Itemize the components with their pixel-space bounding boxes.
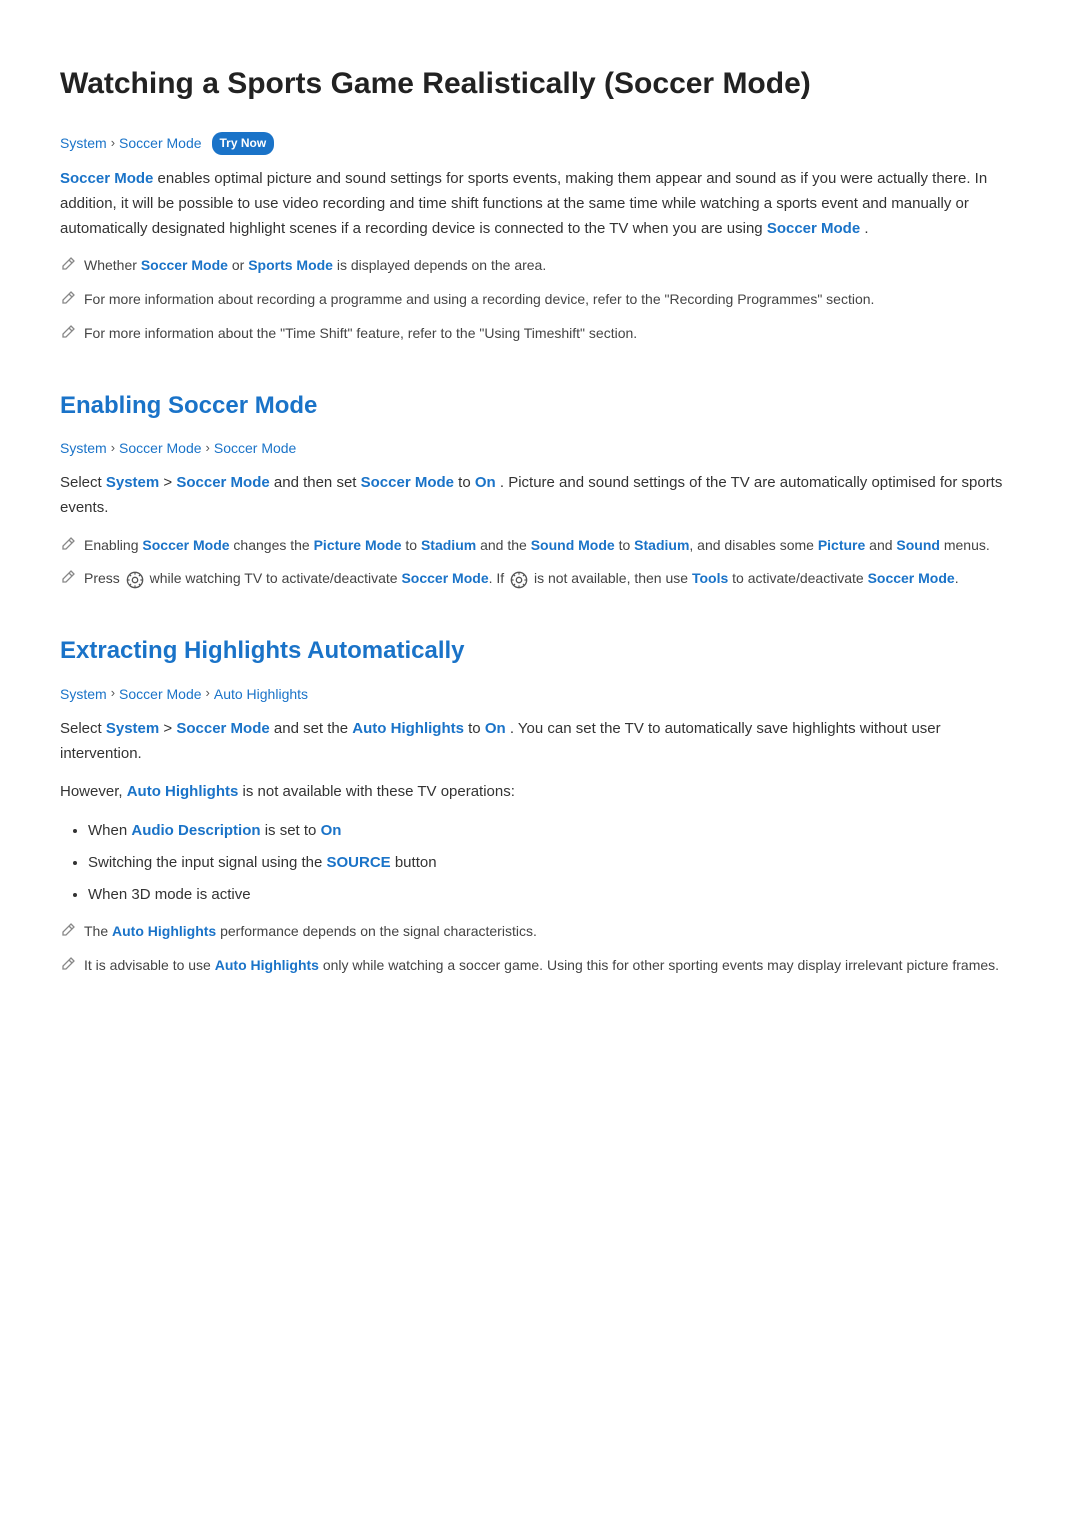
- s2-system-link[interactable]: System: [106, 720, 159, 737]
- breadcrumb-soccer-mode[interactable]: Soccer Mode: [119, 132, 201, 154]
- note-pencil-icon-2: [60, 290, 76, 313]
- s1-note-pencil-icon-1: [60, 536, 76, 559]
- bullet-item-2: Switching the input signal using the SOU…: [88, 851, 1020, 875]
- section-extracting-highlights: Extracting Highlights Automatically Syst…: [60, 632, 1020, 978]
- section2-note-1: The Auto Highlights performance depends …: [60, 921, 1020, 945]
- s1-breadcrumb-system[interactable]: System: [60, 437, 107, 459]
- s1-breadcrumb-soccer-mode[interactable]: Soccer Mode: [119, 437, 201, 459]
- s2-breadcrumb-system[interactable]: System: [60, 683, 107, 705]
- breadcrumb-main: System › Soccer Mode Try Now: [60, 132, 1020, 155]
- s1-on-link[interactable]: On: [475, 474, 496, 491]
- audio-description-link[interactable]: Audio Description: [131, 822, 260, 839]
- intro-paragraph: Soccer Mode enables optimal picture and …: [60, 167, 1020, 241]
- s1-n1-picture-mode-link[interactable]: Picture Mode: [314, 537, 402, 553]
- s1-n1-stadium1-link[interactable]: Stadium: [421, 537, 476, 553]
- gear-icon-inline-2: [510, 571, 528, 589]
- s2-breadcrumb-auto-highlights[interactable]: Auto Highlights: [214, 683, 308, 705]
- s1-n2-soccer-mode-link[interactable]: Soccer Mode: [401, 570, 488, 586]
- intro-note-1: Whether Soccer Mode or Sports Mode is di…: [60, 255, 1020, 279]
- bullet-item-1: When Audio Description is set to On: [88, 819, 1020, 843]
- s1-n2-tools-link[interactable]: Tools: [692, 570, 728, 586]
- s1-breadcrumb-soccer-mode2[interactable]: Soccer Mode: [214, 437, 296, 459]
- s1-note-pencil-icon-2: [60, 569, 76, 592]
- section2-bullet-list: When Audio Description is set to On Swit…: [60, 819, 1020, 907]
- s2-on-link[interactable]: On: [485, 720, 506, 737]
- intro-soccer-mode-link2[interactable]: Soccer Mode: [767, 220, 860, 237]
- section2-title: Extracting Highlights Automatically: [60, 632, 1020, 670]
- section1-breadcrumb: System › Soccer Mode › Soccer Mode: [60, 437, 1020, 459]
- section2-breadcrumb: System › Soccer Mode › Auto Highlights: [60, 683, 1020, 705]
- gear-icon-inline-1: [126, 571, 144, 589]
- s2-n1-auto-highlights-link[interactable]: Auto Highlights: [112, 923, 216, 939]
- section-enabling-soccer-mode: Enabling Soccer Mode System › Soccer Mod…: [60, 387, 1020, 593]
- section1-paragraph: Select System > Soccer Mode and then set…: [60, 471, 1020, 521]
- note1-soccer-mode-link[interactable]: Soccer Mode: [141, 257, 228, 273]
- s2-soccer-mode-link[interactable]: Soccer Mode: [176, 720, 269, 737]
- note-pencil-icon-1: [60, 256, 76, 279]
- s2-auto-highlights-link[interactable]: Auto Highlights: [352, 720, 464, 737]
- s1-soccer-mode-set-link[interactable]: Soccer Mode: [361, 474, 454, 491]
- breadcrumb-system[interactable]: System: [60, 132, 107, 154]
- s1-n1-soccer-mode-link[interactable]: Soccer Mode: [142, 537, 229, 553]
- section2-paragraph1: Select System > Soccer Mode and set the …: [60, 717, 1020, 767]
- s1-system-link[interactable]: System: [106, 474, 159, 491]
- breadcrumb-sep-1: ›: [111, 133, 115, 154]
- intro-note-2: For more information about recording a p…: [60, 289, 1020, 313]
- intro-soccer-mode-link[interactable]: Soccer Mode: [60, 170, 153, 187]
- section1-title: Enabling Soccer Mode: [60, 387, 1020, 425]
- s1-n2-soccer-mode-link2[interactable]: Soccer Mode: [868, 570, 955, 586]
- intro-notes-list: Whether Soccer Mode or Sports Mode is di…: [60, 255, 1020, 346]
- section2-paragraph2: However, Auto Highlights is not availabl…: [60, 780, 1020, 805]
- intro-note-3: For more information about the "Time Shi…: [60, 323, 1020, 347]
- bullet-item-3: When 3D mode is active: [88, 883, 1020, 907]
- s1-n1-stadium2-link[interactable]: Stadium: [634, 537, 689, 553]
- s2-breadcrumb-soccer-mode[interactable]: Soccer Mode: [119, 683, 201, 705]
- section1-note-1: Enabling Soccer Mode changes the Picture…: [60, 535, 1020, 559]
- s2-auto-highlights-link2[interactable]: Auto Highlights: [127, 783, 239, 800]
- section1-note-2: Press while watching TV to activate/deac…: [60, 568, 1020, 592]
- section1-notes-list: Enabling Soccer Mode changes the Picture…: [60, 535, 1020, 592]
- note1-sports-mode-link[interactable]: Sports Mode: [248, 257, 333, 273]
- try-now-badge[interactable]: Try Now: [212, 132, 275, 155]
- s2-breadcrumb-sep-1: ›: [111, 683, 115, 704]
- s1-soccer-mode-link[interactable]: Soccer Mode: [176, 474, 269, 491]
- s1-n1-picture-link[interactable]: Picture: [818, 537, 865, 553]
- source-link[interactable]: SOURCE: [326, 854, 390, 871]
- section2-notes-list: The Auto Highlights performance depends …: [60, 921, 1020, 978]
- s1-breadcrumb-sep-1: ›: [111, 438, 115, 459]
- s2-note-pencil-icon-2: [60, 956, 76, 979]
- s1-breadcrumb-sep-2: ›: [206, 438, 210, 459]
- s2-n2-auto-highlights-link[interactable]: Auto Highlights: [215, 957, 319, 973]
- page-title: Watching a Sports Game Realistically (So…: [60, 60, 1020, 108]
- s2-note-pencil-icon-1: [60, 922, 76, 945]
- s1-n1-sound-link[interactable]: Sound: [896, 537, 940, 553]
- s2-breadcrumb-sep-2: ›: [206, 683, 210, 704]
- note-pencil-icon-3: [60, 324, 76, 347]
- bullet1-on-link[interactable]: On: [321, 822, 342, 839]
- section2-note-2: It is advisable to use Auto Highlights o…: [60, 955, 1020, 979]
- s1-n1-sound-mode-link[interactable]: Sound Mode: [531, 537, 615, 553]
